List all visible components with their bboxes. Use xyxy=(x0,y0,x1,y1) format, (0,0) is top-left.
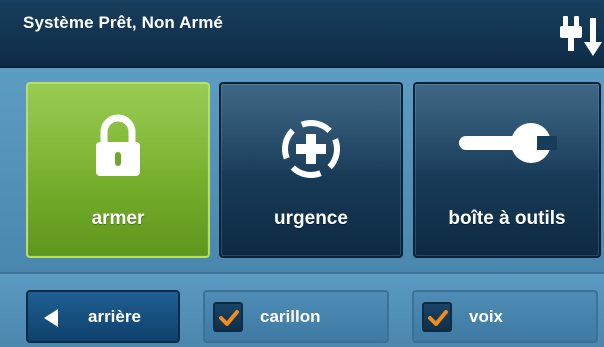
chime-label: carillon xyxy=(260,307,321,326)
arm-label: armer xyxy=(91,208,145,229)
keypad-screen: Système Prêt, Non Armé armer urgence boî… xyxy=(0,0,604,347)
wrench-icon xyxy=(459,123,557,163)
bottom-toolbar: arrière carillon voix xyxy=(0,272,604,347)
status-bar: Système Prêt, Non Armé xyxy=(0,0,604,68)
padlock-icon xyxy=(96,114,140,176)
emergency-label: urgence xyxy=(274,208,348,229)
voice-checkbox[interactable] xyxy=(422,302,452,332)
toolbox-label: boîte à outils xyxy=(448,208,566,229)
chime-toggle[interactable]: carillon xyxy=(203,290,389,343)
emergency-cross-icon xyxy=(282,120,340,178)
main-actions: armer urgence boîte à outils xyxy=(0,68,604,272)
system-status-text: Système Prêt, Non Armé xyxy=(23,13,223,32)
emergency-tile[interactable]: urgence xyxy=(219,82,403,258)
arm-tile[interactable]: armer xyxy=(26,82,210,258)
plug-arrow-icon xyxy=(560,16,602,56)
back-label: arrière xyxy=(88,307,141,326)
toolbox-tile[interactable]: boîte à outils xyxy=(413,82,601,258)
voice-label: voix xyxy=(469,307,504,326)
checkmark-icon xyxy=(219,310,239,326)
chime-checkbox[interactable] xyxy=(213,302,243,332)
voice-toggle[interactable]: voix xyxy=(412,290,598,343)
left-triangle-icon xyxy=(44,309,58,327)
checkmark-icon xyxy=(428,310,448,326)
back-button[interactable]: arrière xyxy=(26,290,180,343)
